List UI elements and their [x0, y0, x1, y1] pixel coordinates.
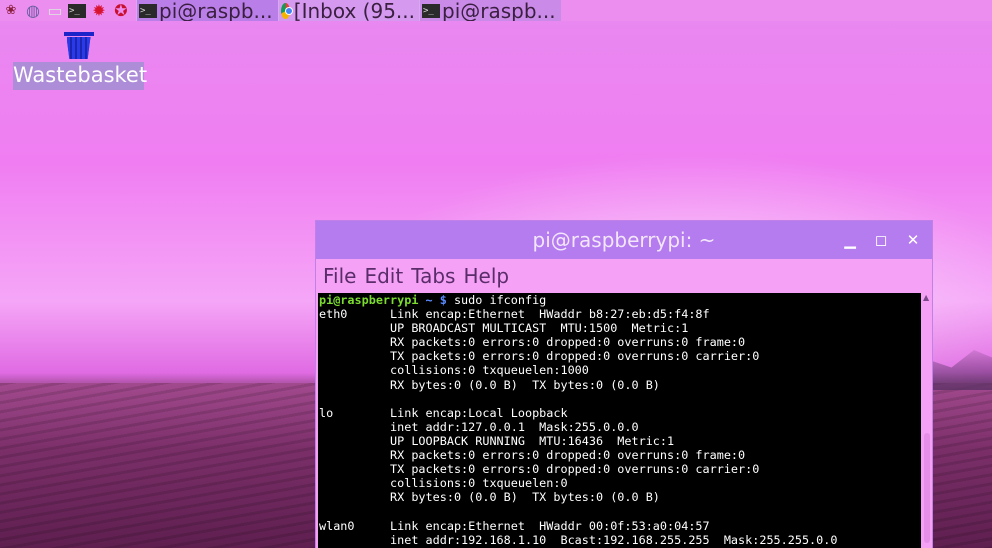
prompt-line: pi@raspberrypi ~ $ sudo ifconfig — [318, 293, 921, 307]
terminal-output-line: RX bytes:0 (0.0 B) TX bytes:0 (0.0 B) — [319, 377, 660, 392]
file-manager-icon: ▭ — [47, 1, 63, 20]
taskbar-task-terminal-1[interactable]: >_ pi@raspb... — [136, 0, 278, 21]
wastebasket-icon — [63, 30, 94, 60]
minimize-button[interactable]: ▁ — [840, 230, 860, 250]
desktop-icon-wastebasket[interactable]: Wastebasket — [13, 30, 147, 90]
terminal-output-line: TX packets:0 errors:0 dropped:0 overruns… — [319, 349, 760, 364]
terminal-output-line: eth0 Link encap:Ethernet HWaddr b8:27:eb… — [319, 307, 710, 322]
terminal-output-line: RX packets:0 errors:0 dropped:0 overruns… — [319, 448, 746, 463]
terminal-output-line: RX packets:0 errors:0 dropped:0 overruns… — [319, 335, 746, 350]
maximize-button[interactable]: ◻ — [871, 230, 891, 250]
output-lines: eth0 Link encap:Ethernet HWaddr b8:27:eb… — [318, 307, 921, 547]
menu-edit[interactable]: Edit — [364, 264, 403, 288]
window-titlebar[interactable]: pi@raspberrypi: ~ ▁ ◻ ✕ — [316, 221, 932, 259]
terminal-output[interactable]: pi@raspberrypi ~ $ sudo ifconfig eth0 Li… — [318, 293, 921, 548]
mathematica-launcher[interactable]: ✹ — [88, 0, 110, 21]
menu-file[interactable]: File — [323, 264, 356, 288]
terminal-icon: >_ — [422, 3, 440, 18]
terminal-scrollbar[interactable]: ▲ — [922, 293, 932, 548]
terminal-output-line: inet addr:192.168.1.10 Bcast:192.168.255… — [319, 532, 838, 547]
wolfram-icon: ✪ — [114, 1, 128, 20]
task-label: pi@raspb... — [159, 0, 273, 21]
terminal-icon: >_ — [68, 3, 86, 18]
maximize-icon: ◻ — [874, 231, 888, 249]
chrome-icon — [281, 2, 292, 19]
taskbar-task-terminal-2[interactable]: >_ pi@raspb... — [419, 0, 561, 21]
terminal-icon: >_ — [139, 3, 157, 18]
terminal-output-line: TX packets:0 errors:0 dropped:0 overruns… — [319, 462, 760, 477]
wolfram-launcher[interactable]: ✪ — [110, 0, 132, 21]
web-browser-launcher[interactable]: ◍ — [22, 0, 44, 21]
globe-icon: ◍ — [26, 1, 40, 20]
close-icon: ✕ — [906, 231, 920, 249]
desktop-icon-label: Wastebasket — [13, 62, 147, 90]
scroll-up-icon: ▲ — [923, 293, 930, 302]
taskbar-task-chrome-inbox[interactable]: [Inbox (95... — [278, 0, 419, 21]
terminal-output-line: lo Link encap:Local Loopback — [319, 405, 568, 420]
taskbar: ❀ ◍ ▭ >_ ✹ ✪ >_ pi@raspb... [Inbox (95..… — [0, 0, 992, 21]
menubar: File Edit Tabs Help — [316, 259, 932, 293]
terminal-output-line: UP LOOPBACK RUNNING MTU:16436 Metric:1 — [319, 433, 675, 448]
terminal-output-line: wlan0 Link encap:Ethernet HWaddr 00:0f:5… — [319, 518, 710, 533]
terminal-output-line: collisions:0 txqueuelen:0 — [319, 476, 568, 491]
prompt-command: sudo ifconfig — [453, 293, 547, 307]
terminal-window[interactable]: pi@raspberrypi: ~ ▁ ◻ ✕ File Edit Tabs H… — [316, 221, 932, 548]
close-button[interactable]: ✕ — [903, 230, 923, 250]
prompt-user: pi@raspberrypi — [319, 293, 419, 307]
scrollbar-thumb[interactable] — [924, 433, 930, 543]
terminal-output-line: UP BROADCAST MULTICAST MTU:1500 Metric:1 — [319, 321, 689, 336]
raspberry-menu-button[interactable]: ❀ — [0, 0, 22, 21]
menu-help[interactable]: Help — [463, 264, 509, 288]
prompt-path: ~ $ — [418, 293, 454, 307]
terminal-output-line: inet addr:127.0.0.1 Mask:255.0.0.0 — [319, 419, 639, 434]
raspberry-icon: ❀ — [5, 3, 17, 18]
terminal-output-line: RX bytes:0 (0.0 B) TX bytes:0 (0.0 B) — [319, 490, 660, 505]
minimize-icon: ▁ — [844, 231, 856, 249]
menu-tabs[interactable]: Tabs — [411, 264, 455, 288]
file-manager-launcher[interactable]: ▭ — [44, 0, 66, 21]
task-label: [Inbox (95... — [293, 0, 415, 21]
terminal-output-line: collisions:0 txqueuelen:1000 — [319, 363, 589, 378]
terminal-launcher[interactable]: >_ — [66, 0, 88, 21]
mathematica-icon: ✹ — [92, 1, 106, 20]
task-label: pi@raspb... — [442, 0, 556, 21]
